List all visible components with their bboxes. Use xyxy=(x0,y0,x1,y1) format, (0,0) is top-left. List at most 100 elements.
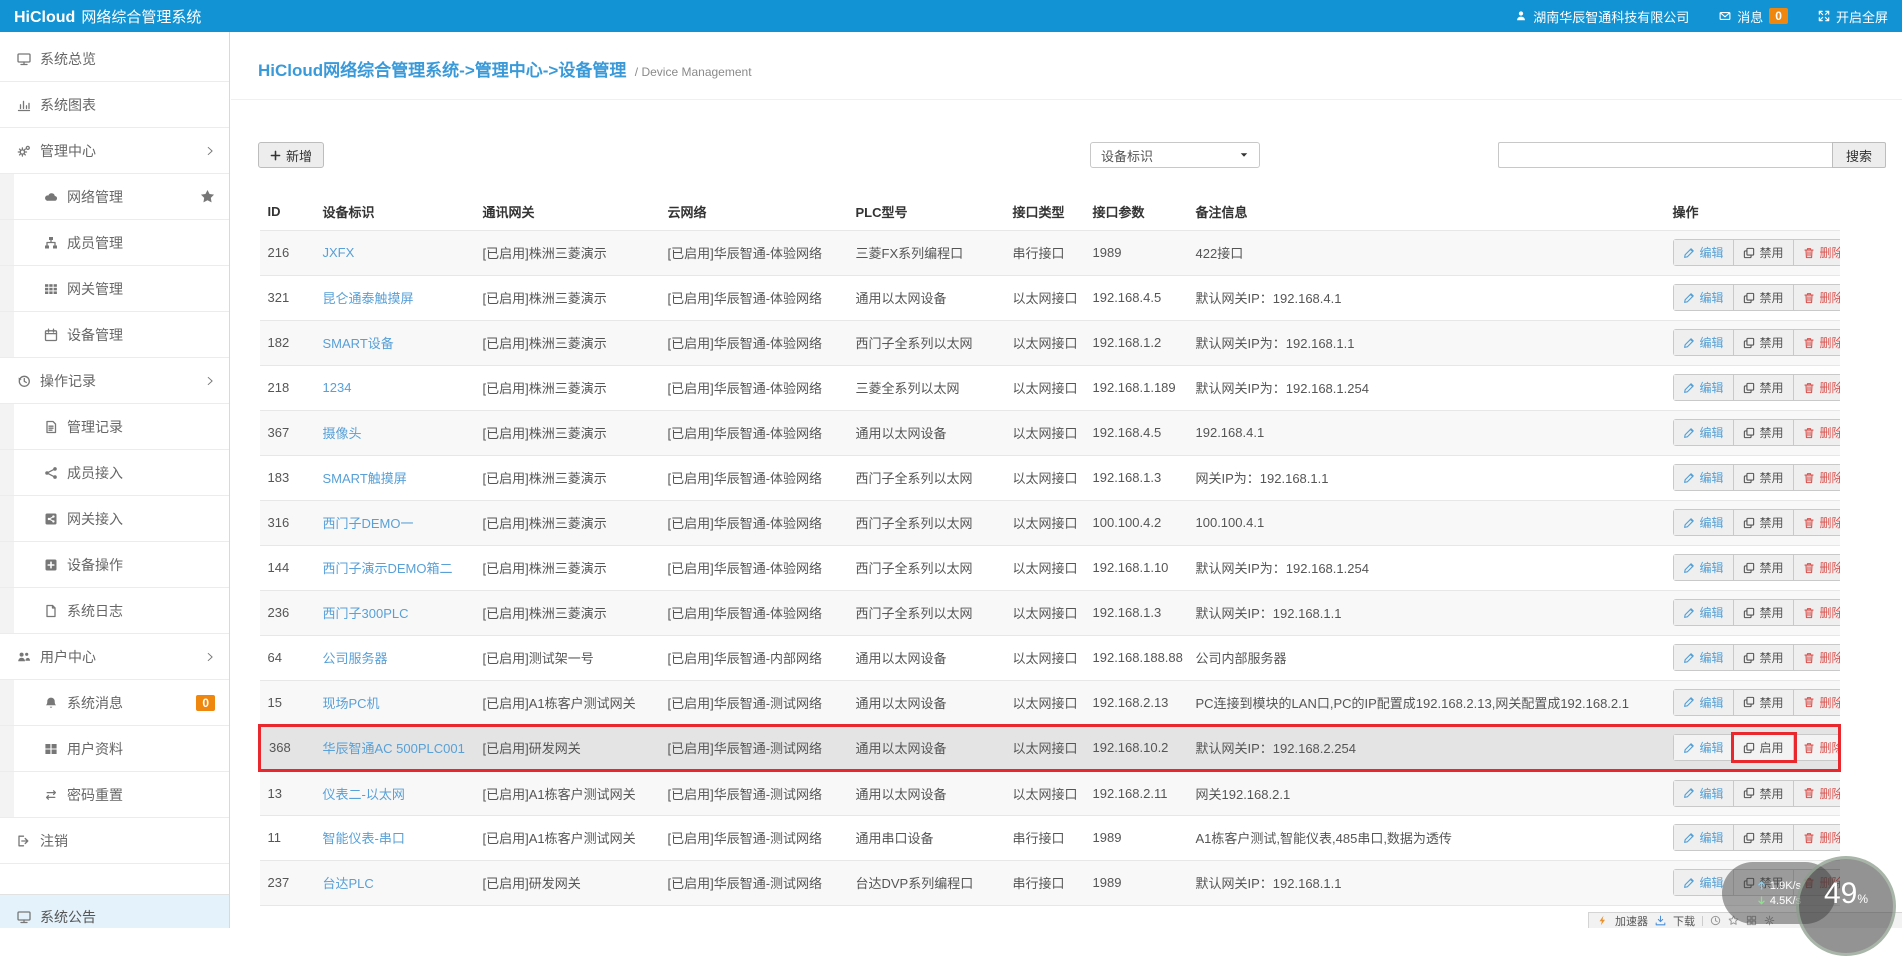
device-name-link[interactable]: 摄像头 xyxy=(315,410,475,455)
edit-button[interactable]: 编辑 xyxy=(1674,555,1734,580)
add-device-button[interactable]: 新增 xyxy=(258,142,324,168)
toggle-enable-button[interactable]: 禁用 xyxy=(1734,465,1794,490)
toggle-enable-button[interactable]: 禁用 xyxy=(1734,645,1794,670)
toggle-enable-button[interactable]: 启用 xyxy=(1734,735,1794,760)
sidebar-item-操作记录[interactable]: 操作记录 xyxy=(0,358,229,404)
sidebar-item-管理记录[interactable]: 管理记录 xyxy=(0,404,229,450)
download-tray-icon xyxy=(1655,915,1666,926)
accelerator-label[interactable]: 加速器 xyxy=(1615,913,1648,929)
device-name-link[interactable]: 台达PLC xyxy=(315,860,475,905)
sidebar-item-网络管理[interactable]: 网络管理 xyxy=(0,174,229,220)
sidebar-item-系统总览[interactable]: 系统总览 xyxy=(0,36,229,82)
sidebar-item-系统图表[interactable]: 系统图表 xyxy=(0,82,229,128)
sidebar-item-密码重置[interactable]: 密码重置 xyxy=(0,772,229,818)
delete-button[interactable]: 删除 xyxy=(1794,465,1840,490)
toggle-enable-button[interactable]: 禁用 xyxy=(1734,420,1794,445)
table-row-368: 368华辰智通AC 500PLC001[已启用]研发网关[已启用]华辰智通-测试… xyxy=(260,725,1840,770)
device-name-link[interactable]: 西门子300PLC xyxy=(315,590,475,635)
device-name-link[interactable]: 现场PC机 xyxy=(315,680,475,725)
edit-button[interactable]: 编辑 xyxy=(1674,285,1734,310)
toggle-enable-button[interactable]: 禁用 xyxy=(1734,285,1794,310)
edit-button[interactable]: 编辑 xyxy=(1674,781,1734,806)
device-name-link[interactable]: 西门子DEMO一 xyxy=(315,500,475,545)
edit-button[interactable]: 编辑 xyxy=(1674,330,1734,355)
toggle-enable-button[interactable]: 禁用 xyxy=(1734,690,1794,715)
delete-button[interactable]: 删除 xyxy=(1794,600,1840,625)
device-name-link[interactable]: JXFX xyxy=(315,230,475,275)
sidebar-item-成员接入[interactable]: 成员接入 xyxy=(0,450,229,496)
edit-button[interactable]: 编辑 xyxy=(1674,240,1734,265)
device-name-link[interactable]: 1234 xyxy=(315,365,475,410)
toggle-enable-button[interactable]: 禁用 xyxy=(1734,375,1794,400)
messages-menu[interactable]: 消息 0 xyxy=(1719,7,1788,26)
device-name-link[interactable]: 西门子演示DEMO箱二 xyxy=(315,545,475,590)
delete-button[interactable]: 删除 xyxy=(1794,510,1840,535)
sidebar-item-设备管理[interactable]: 设备管理 xyxy=(0,312,229,358)
delete-button[interactable]: 删除 xyxy=(1794,781,1840,806)
cell-gateway: [已启用]研发网关 xyxy=(475,725,660,770)
sidebar-item-注销[interactable]: 注销 xyxy=(0,818,229,864)
cell-empty xyxy=(260,905,315,927)
toggle-enable-button[interactable]: 禁用 xyxy=(1734,825,1794,850)
toggle-enable-button[interactable]: 禁用 xyxy=(1734,781,1794,806)
sidebar-item-用户中心[interactable]: 用户中心 xyxy=(0,634,229,680)
sidebar-item-用户资料[interactable]: 用户资料 xyxy=(0,726,229,772)
edit-button[interactable]: 编辑 xyxy=(1674,600,1734,625)
sidebar-item-成员管理[interactable]: 成员管理 xyxy=(0,220,229,266)
device-name-link[interactable]: 智能仪表-串口 xyxy=(315,815,475,860)
sidebar-item-系统公告[interactable]: 系统公告 xyxy=(0,894,229,928)
breadcrumb: HiCloud网络综合管理系统->管理中心->设备管理 / Device Man… xyxy=(231,32,1902,100)
edit-button[interactable]: 编辑 xyxy=(1674,690,1734,715)
sidebar-item-管理中心[interactable]: 管理中心 xyxy=(0,128,229,174)
chart-icon xyxy=(17,98,31,112)
delete-button[interactable]: 删除 xyxy=(1794,420,1840,445)
edit-button[interactable]: 编辑 xyxy=(1674,825,1734,850)
sidebar-item-系统日志[interactable]: 系统日志 xyxy=(0,588,229,634)
device-name-link[interactable]: 公司服务器 xyxy=(315,635,475,680)
device-name-link[interactable]: SMART触摸屏 xyxy=(315,455,475,500)
edit-button[interactable]: 编辑 xyxy=(1674,375,1734,400)
company-account[interactable]: 湖南华辰智通科技有限公司 xyxy=(1515,7,1689,26)
edit-button[interactable]: 编辑 xyxy=(1674,735,1734,760)
download-label[interactable]: 下载 xyxy=(1673,913,1695,929)
delete-button[interactable]: 删除 xyxy=(1794,285,1840,310)
sidebar-item-网关管理[interactable]: 网关管理 xyxy=(0,266,229,312)
table-row-237: 237台达PLC[已启用]研发网关[已启用]华辰智通-测试网络台达DVP系列编程… xyxy=(260,860,1840,905)
sidebar-item-系统消息[interactable]: 系统消息0 xyxy=(0,680,229,726)
toggle-enable-button[interactable]: 禁用 xyxy=(1734,240,1794,265)
device-name-link[interactable]: 昆仑通泰触摸屏 xyxy=(315,275,475,320)
toggle-enable-button[interactable]: 禁用 xyxy=(1734,510,1794,535)
delete-button[interactable]: 删除 xyxy=(1794,555,1840,580)
filter-field-select[interactable]: 设备标识 xyxy=(1090,142,1260,168)
device-name-link[interactable]: SMART设备 xyxy=(315,320,475,365)
toggle-enable-button[interactable]: 禁用 xyxy=(1734,600,1794,625)
app-logo: HiCloud 网络综合管理系统 xyxy=(14,6,201,27)
delete-button[interactable]: 删除 xyxy=(1794,690,1840,715)
sidebar-item-label: 网关接入 xyxy=(67,509,123,529)
cell-id: 144 xyxy=(260,545,315,590)
edit-button[interactable]: 编辑 xyxy=(1674,510,1734,535)
accelerator-percent-widget[interactable]: 49% xyxy=(1796,856,1896,956)
delete-button[interactable]: 删除 xyxy=(1794,375,1840,400)
toggle-enable-button[interactable]: 禁用 xyxy=(1734,555,1794,580)
fullscreen-button[interactable]: 开启全屏 xyxy=(1818,7,1888,26)
accelerator-percent: 49 xyxy=(1824,877,1857,910)
sidebar-item-网关接入[interactable]: 网关接入 xyxy=(0,496,229,542)
delete-button[interactable]: 删除 xyxy=(1794,735,1840,760)
delete-button[interactable]: 删除 xyxy=(1794,240,1840,265)
toggle-enable-button[interactable]: 禁用 xyxy=(1734,330,1794,355)
edit-button[interactable]: 编辑 xyxy=(1674,645,1734,670)
clock-icon[interactable] xyxy=(1710,915,1721,926)
search-input[interactable] xyxy=(1498,142,1832,168)
device-name-link[interactable]: 华辰智通AC 500PLC001 xyxy=(315,725,475,770)
delete-button[interactable]: 删除 xyxy=(1794,645,1840,670)
search-button[interactable]: 搜索 xyxy=(1832,142,1886,168)
cell-remark: 网关192.168.2.1 xyxy=(1188,770,1665,815)
delete-button[interactable]: 删除 xyxy=(1794,825,1840,850)
edit-button[interactable]: 编辑 xyxy=(1674,465,1734,490)
sidebar-item-设备操作[interactable]: 设备操作 xyxy=(0,542,229,588)
device-name-link[interactable]: 仪表二-以太网 xyxy=(315,770,475,815)
edit-button[interactable]: 编辑 xyxy=(1674,420,1734,445)
cell-empty xyxy=(475,905,660,927)
delete-button[interactable]: 删除 xyxy=(1794,330,1840,355)
